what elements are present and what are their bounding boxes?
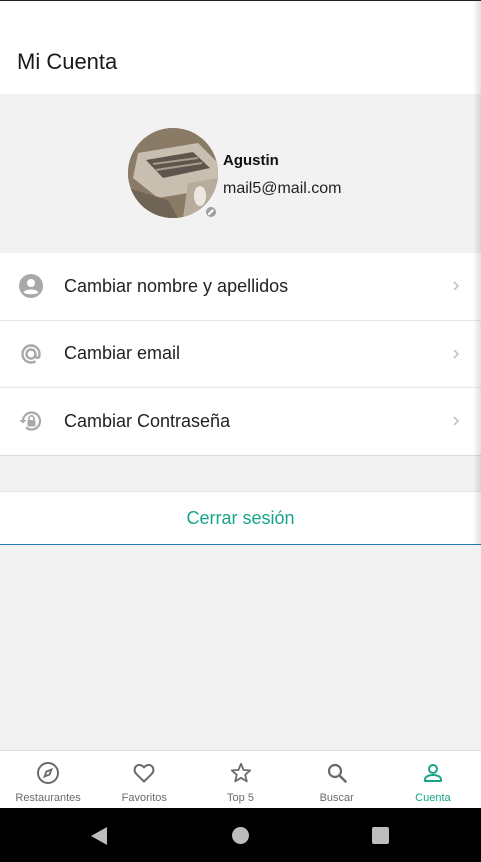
tab-label: Cuenta — [415, 792, 451, 804]
person-icon — [420, 760, 446, 786]
compass-icon — [35, 760, 61, 786]
tab-label: Buscar — [319, 792, 354, 804]
menu-item-change-password[interactable]: Cambiar Contraseña — [0, 388, 481, 456]
avatar[interactable] — [128, 128, 218, 218]
tab-cuenta[interactable]: Cuenta — [385, 751, 481, 808]
menu-item-label: Cambiar nombre y apellidos — [64, 275, 289, 296]
chevron-right-icon — [451, 279, 461, 293]
account-circle-icon — [18, 273, 44, 299]
app-header: Mi Cuenta — [0, 0, 481, 94]
menu-item-label: Cambiar email — [64, 343, 181, 364]
tab-label: Favoritos — [121, 792, 167, 804]
logout-button[interactable]: Cerrar sesión — [0, 491, 481, 545]
profile-section: Agustin mail5@mail.com — [0, 94, 481, 252]
edit-avatar-icon[interactable] — [204, 205, 218, 219]
profile-name: Agustin — [223, 152, 279, 169]
tab-favoritos[interactable]: Favoritos — [96, 751, 192, 808]
profile-email: mail5@mail.com — [223, 180, 342, 197]
menu-item-change-name[interactable]: Cambiar nombre y apellidos — [0, 253, 481, 321]
search-icon — [324, 760, 350, 786]
home-icon[interactable] — [232, 827, 249, 844]
logout-label: Cerrar sesión — [186, 507, 295, 528]
heart-icon — [131, 760, 157, 786]
tab-label: Restaurantes — [15, 792, 81, 804]
back-icon[interactable] — [90, 826, 108, 851]
tab-buscar[interactable]: Buscar — [289, 751, 385, 808]
chevron-right-icon — [451, 414, 461, 428]
system-nav-bar — [0, 808, 481, 862]
lock-reset-icon — [18, 408, 44, 434]
drawer-edge-shadow — [473, 0, 481, 545]
chevron-right-icon — [451, 347, 461, 361]
recent-apps-icon[interactable] — [372, 827, 389, 844]
page-title: Mi Cuenta — [17, 49, 118, 74]
menu-item-label: Cambiar Contraseña — [64, 410, 231, 431]
account-menu: Cambiar nombre y apellidos Cambiar email… — [0, 253, 481, 456]
bottom-tab-bar: Restaurantes Favoritos Top 5 Buscar Cuen… — [0, 750, 481, 808]
menu-item-change-email[interactable]: Cambiar email — [0, 321, 481, 388]
tab-top5[interactable]: Top 5 — [192, 751, 288, 808]
tab-restaurantes[interactable]: Restaurantes — [0, 751, 96, 808]
tab-label: Top 5 — [227, 792, 254, 804]
at-sign-icon — [18, 341, 44, 367]
star-icon — [228, 760, 254, 786]
